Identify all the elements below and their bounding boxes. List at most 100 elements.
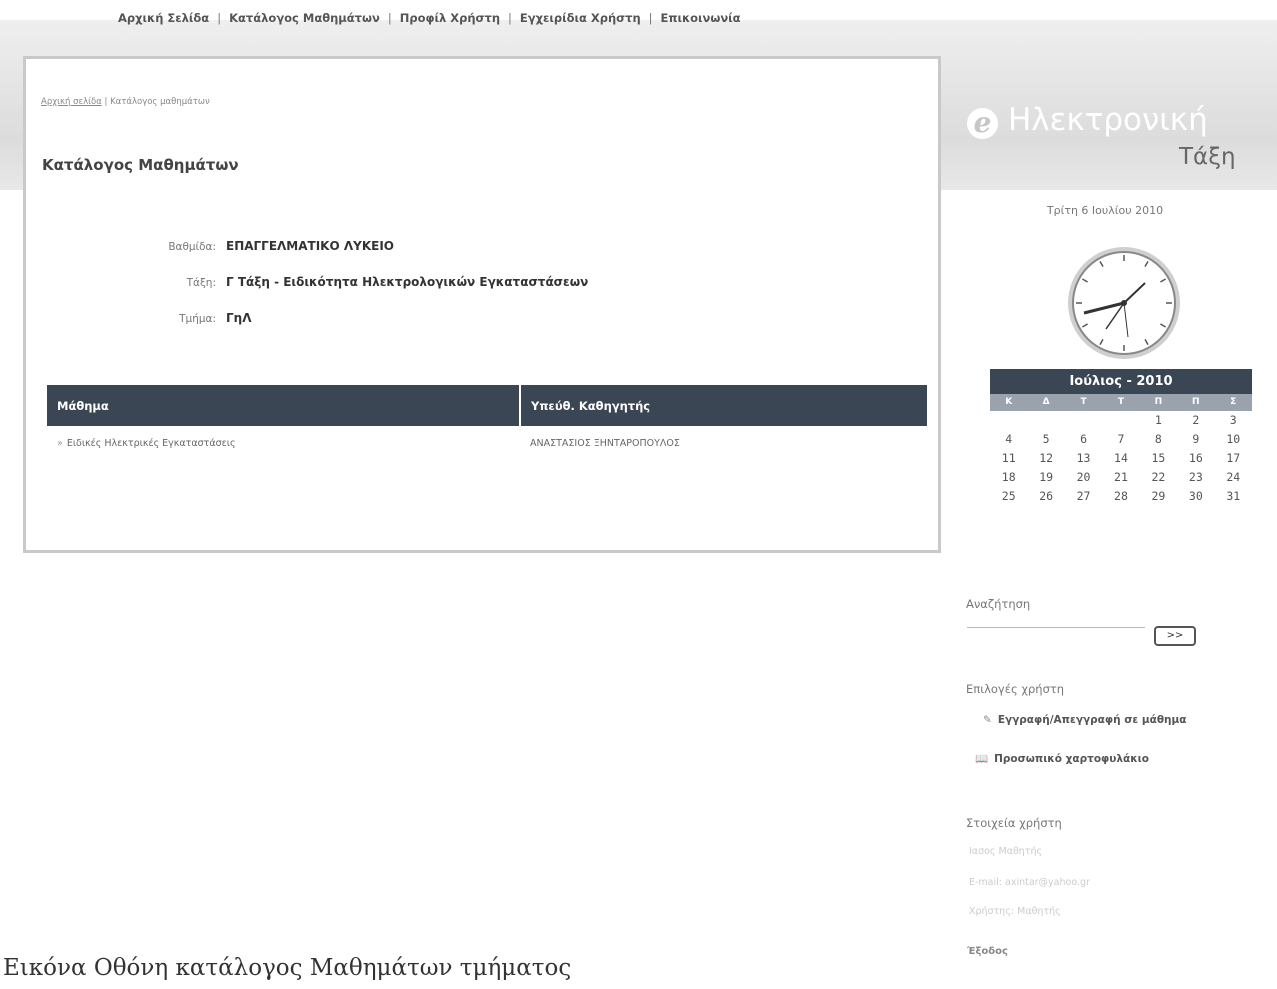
calendar-weekday-row: Κ Δ Τ Τ Π Π Σ [990, 394, 1252, 411]
calendar-day[interactable]: 1 [1140, 411, 1177, 430]
calendar-day[interactable] [1065, 411, 1102, 430]
calendar-day[interactable]: 23 [1177, 468, 1214, 487]
info-level-value: ΕΠΑΓΓΕΛΜΑΤΙΚΟ ΛΥΚΕΙΟ [226, 239, 394, 253]
calendar-day[interactable]: 19 [1027, 468, 1064, 487]
nav-course-catalog[interactable]: Κατάλογος Μαθημάτων [229, 11, 380, 25]
calendar-day[interactable]: 21 [1102, 468, 1139, 487]
nav-home[interactable]: Αρχική Σελίδα [118, 11, 209, 25]
calendar-day[interactable]: 7 [1102, 430, 1139, 449]
user-email: E-mail: axintar@yahoo.gr [969, 877, 1090, 888]
calendar-title: Ιούλιος - 2010 [990, 369, 1252, 394]
calendar-day[interactable]: 15 [1140, 449, 1177, 468]
book-icon: 📖 [975, 753, 989, 765]
calendar-week: 1 2 3 [990, 411, 1252, 430]
weekday-label: Π [1192, 397, 1200, 407]
calendar-day[interactable]: 29 [1140, 487, 1177, 506]
calendar-day[interactable]: 9 [1177, 430, 1214, 449]
option-portfolio[interactable]: 📖 Προσωπικό χαρτοφυλάκιο [975, 752, 1149, 765]
table-row: » Ειδικές Ηλεκτρικές Εγκαταστάσεις ΑΝΑΣΤΑ… [47, 426, 927, 449]
calendar-week: 25 26 27 28 29 30 31 [990, 487, 1252, 506]
info-section-row: Τμήμα: ΓηΛ [26, 311, 251, 325]
calendar-day[interactable]: 11 [990, 449, 1027, 468]
top-navigation: Αρχική Σελίδα | Κατάλογος Μαθημάτων | Προφίλ… [118, 11, 741, 25]
weekday-label: Π [1154, 397, 1163, 407]
info-class-label: Τάξη: [186, 277, 216, 289]
course-link[interactable]: Ειδικές Ηλεκτρικές Εγκαταστάσεις [67, 438, 236, 449]
info-level-label: Βαθμίδα: [168, 241, 216, 253]
logo-line1: Ηλεκτρονική [1008, 102, 1208, 138]
calendar-day[interactable]: 28 [1102, 487, 1139, 506]
calendar-day[interactable]: 14 [1102, 449, 1139, 468]
info-class-value: Γ Τάξη - Ειδικότητα Ηλεκτρολογικών Εγκατ… [226, 275, 589, 289]
calendar-widget: Ιούλιος - 2010 Κ Δ Τ Τ Π Π Σ 1 2 3 4 5 6… [990, 369, 1252, 506]
current-date: Τρίτη 6 Ιουλίου 2010 [1046, 204, 1164, 217]
search-button[interactable]: >> [1154, 626, 1196, 646]
calendar-day[interactable]: 8 [1140, 430, 1177, 449]
calendar-day[interactable]: 30 [1177, 487, 1214, 506]
calendar-day[interactable]: 22 [1140, 468, 1177, 487]
calendar-week: 18 19 20 21 22 23 24 [990, 468, 1252, 487]
nav-user-profile[interactable]: Προφίλ Χρήστη [400, 11, 500, 25]
page-title: Κατάλογος Μαθημάτων [42, 156, 239, 174]
breadcrumb-current: Κατάλογος μαθημάτων [110, 97, 210, 107]
logo-mark-icon: e [967, 108, 998, 139]
search-label: Αναζήτηση [966, 597, 1031, 611]
calendar-day[interactable]: 10 [1215, 430, 1252, 449]
breadcrumb: Αρχική σελίδα | Κατάλογος μαθημάτων [41, 97, 210, 107]
option-enroll[interactable]: ✎ Εγγραφή/Απεγγραφή σε μάθημα [983, 714, 1186, 726]
column-header-teacher: Υπεύθ. Καθηγητής [519, 385, 927, 426]
calendar-day[interactable]: 16 [1177, 449, 1214, 468]
calendar-day[interactable] [990, 411, 1027, 430]
info-class-row: Τάξη: Γ Τάξη - Ειδικότητα Ηλεκτρολογικών … [26, 275, 589, 289]
nav-user-manuals[interactable]: Εγχειρίδια Χρήστη [520, 11, 641, 25]
figure-caption: Εικόνα Οθόνη κατάλογος Μαθημάτων τμήματο… [3, 955, 572, 981]
nav-separator: | [217, 11, 222, 25]
analog-clock-icon [1068, 247, 1180, 359]
calendar-day[interactable]: 2 [1177, 411, 1214, 430]
nav-contact[interactable]: Επικοινωνία [661, 11, 741, 25]
calendar-day[interactable]: 3 [1215, 411, 1252, 430]
logout-link[interactable]: Έξοδος [967, 946, 1008, 957]
course-cell: » Ειδικές Ηλεκτρικές Εγκαταστάσεις [47, 426, 520, 449]
calendar-day[interactable]: 18 [990, 468, 1027, 487]
calendar-day[interactable]: 17 [1215, 449, 1252, 468]
breadcrumb-home-link[interactable]: Αρχική σελίδα [41, 97, 102, 107]
calendar-day[interactable]: 12 [1027, 449, 1064, 468]
calendar-day[interactable]: 31 [1215, 487, 1252, 506]
calendar-day[interactable]: 24 [1215, 468, 1252, 487]
user-options-label: Επιλογές χρήστη [966, 682, 1065, 696]
search-input[interactable] [967, 627, 1145, 628]
nav-separator: | [648, 11, 653, 25]
calendar-day[interactable] [1102, 411, 1139, 430]
main-content: Αρχική σελίδα | Κατάλογος μαθημάτων Κατά… [23, 56, 941, 553]
calendar-day[interactable]: 13 [1065, 449, 1102, 468]
user-info-label: Στοιχεία χρήστη [966, 816, 1062, 830]
site-logo: e Ηλεκτρονική Τάξη [946, 88, 1246, 188]
info-section-value: ΓηΛ [226, 311, 252, 325]
teacher-cell: ΑΝΑΣΤΑΣΙΟΣ ΞΗΝΤΑΡΟΠΟΥΛΟΣ [530, 438, 680, 449]
calendar-week: 11 12 13 14 15 16 17 [990, 449, 1252, 468]
column-header-course: Μάθημα [47, 385, 520, 426]
calendar-day[interactable]: 4 [990, 430, 1027, 449]
weekday-label: Τ [1117, 397, 1125, 407]
pencil-icon: ✎ [983, 714, 992, 726]
calendar-day[interactable]: 25 [990, 487, 1027, 506]
info-level-row: Βαθμίδα: ΕΠΑΓΓΕΛΜΑΤΙΚΟ ΛΥΚΕΙΟ [26, 239, 394, 253]
user-name: Ιασος Μαθητής [969, 846, 1043, 857]
nav-separator: | [508, 11, 512, 25]
calendar-day[interactable] [1027, 411, 1064, 430]
calendar-day[interactable]: 27 [1065, 487, 1102, 506]
info-section-label: Τμήμα: [179, 313, 216, 325]
option-enroll-label: Εγγραφή/Απεγγραφή σε μάθημα [997, 714, 1187, 726]
calendar-day[interactable]: 20 [1065, 468, 1102, 487]
calendar-day[interactable]: 5 [1027, 430, 1064, 449]
nav-separator: | [387, 11, 392, 25]
courses-table: Μάθημα Υπεύθ. Καθηγητής » Ειδικές Ηλεκτρι… [47, 385, 927, 449]
logo-line2: Τάξη [1179, 144, 1236, 170]
calendar-week: 4 5 6 7 8 9 10 [990, 430, 1252, 449]
bullet-icon: » [57, 438, 63, 449]
calendar-day[interactable]: 6 [1065, 430, 1102, 449]
breadcrumb-separator: | [104, 97, 108, 107]
calendar-day[interactable]: 26 [1027, 487, 1064, 506]
option-portfolio-label: Προσωπικό χαρτοφυλάκιο [994, 753, 1149, 765]
